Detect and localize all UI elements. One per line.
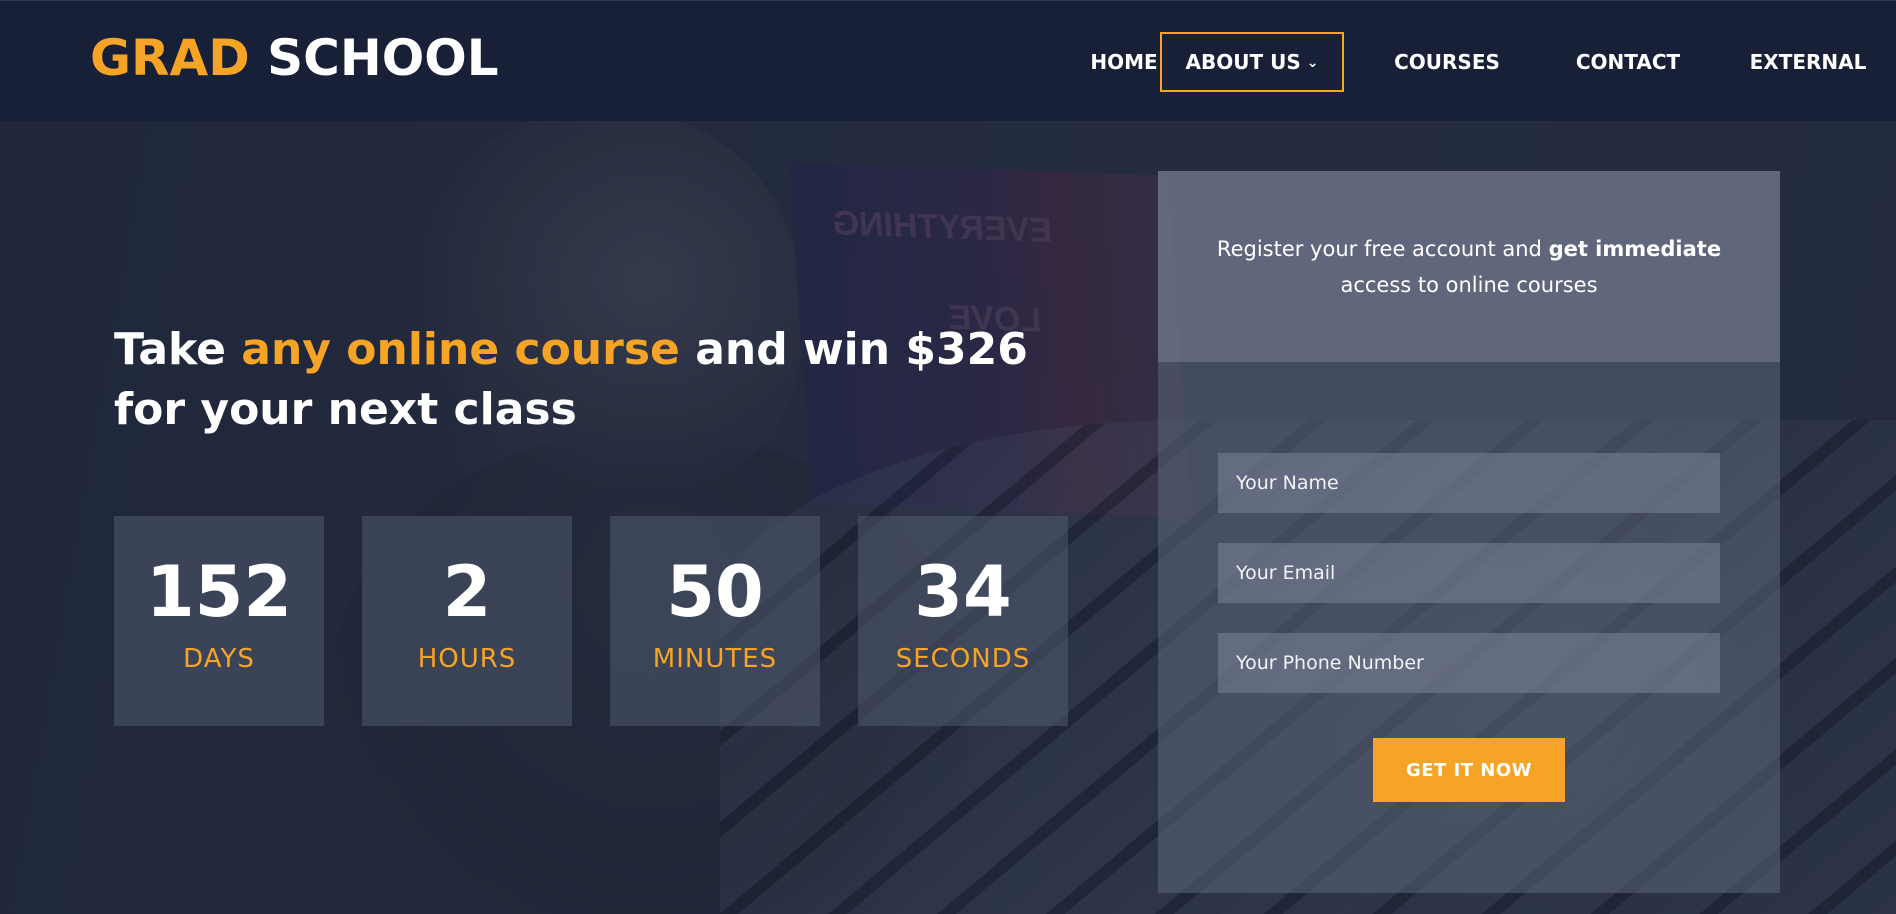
logo-part-grad: GRAD [90,29,250,87]
nav-courses[interactable]: COURSES [1376,32,1518,92]
countdown-minutes: 50 MINUTES [610,516,820,726]
page: EVERYTHING LOVE GRAD SCHOOL HOME ABOUT U… [0,0,1896,914]
phone-input[interactable] [1218,633,1720,693]
countdown-seconds-value: 34 [914,551,1012,633]
get-it-now-button[interactable]: GET IT NOW [1373,738,1565,802]
register-intro: Register your free account and get immed… [1158,171,1780,362]
countdown-days-label: DAYS [183,644,255,674]
register-intro-text: Register your free account and [1216,237,1549,261]
nav-about-us-label: ABOUT US [1185,50,1301,74]
countdown-hours-value: 2 [442,551,492,633]
countdown-minutes-value: 50 [666,551,764,633]
countdown-days: 152 DAYS [114,516,324,726]
email-input[interactable] [1218,543,1720,603]
register-intro-bold: get immediate [1548,237,1722,261]
logo-part-school: SCHOOL [267,29,499,87]
register-intro-end: access to online courses [1340,273,1598,297]
nav-external[interactable]: EXTERNAL [1746,32,1870,92]
chevron-down-icon: ⌄ [1306,55,1319,71]
countdown-minutes-label: MINUTES [652,644,778,674]
countdown-seconds-label: SECONDS [895,644,1031,674]
countdown-seconds: 34 SECONDS [858,516,1068,726]
countdown-days-value: 152 [145,551,293,633]
countdown-hours: 2 HOURS [362,516,572,726]
headline-pre: Take [114,324,242,375]
site-logo[interactable]: GRAD SCHOOL [90,29,499,87]
nav-about-us[interactable]: ABOUT US ⌄ [1160,32,1344,92]
hero-headline: Take any online course and win $326 for … [114,320,1074,440]
register-form: Register your free account and get immed… [1158,171,1780,893]
site-header: GRAD SCHOOL HOME ABOUT US ⌄ COURSES CONTA… [0,0,1896,121]
nav-contact[interactable]: CONTACT [1560,32,1696,92]
headline-highlight: any online course [241,324,680,375]
countdown-hours-label: HOURS [417,644,517,674]
name-input[interactable] [1218,453,1720,513]
